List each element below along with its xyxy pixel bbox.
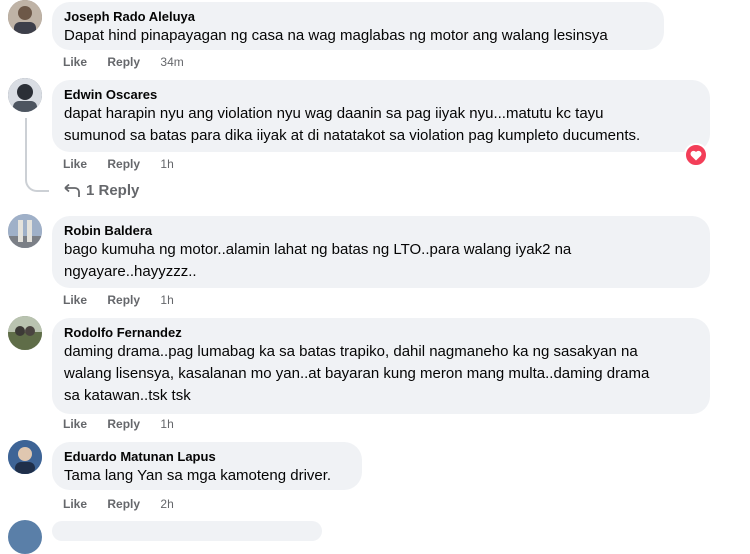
reply-button[interactable]: Reply: [107, 55, 140, 69]
avatar[interactable]: [8, 520, 42, 554]
comment-actions: Like Reply 2h: [63, 496, 174, 512]
like-button[interactable]: Like: [63, 157, 87, 171]
like-button[interactable]: Like: [63, 497, 87, 511]
comment-author[interactable]: Eduardo Matunan Lapus: [64, 448, 350, 465]
comment-text-line: sa katawan..tsk tsk: [64, 387, 191, 404]
like-button[interactable]: Like: [63, 417, 87, 431]
reply-thread-curve: [25, 176, 49, 192]
view-replies-label[interactable]: 1 Reply: [86, 182, 139, 199]
heart-reaction-icon[interactable]: [684, 143, 708, 167]
avatar[interactable]: [8, 440, 42, 474]
avatar[interactable]: [8, 214, 42, 248]
reply-button[interactable]: Reply: [107, 157, 140, 171]
comment-text: Tama lang Yan sa mga kamoteng driver.: [64, 467, 332, 484]
comment-bubble: Eduardo Matunan Lapus Tama lang Yan sa m…: [52, 442, 362, 490]
comment-author[interactable]: Edwin Oscares: [64, 86, 698, 103]
reply-thread-line: [25, 118, 27, 178]
comment-text-line: ngyayare..hayyzzz..: [64, 263, 197, 280]
view-replies-link[interactable]: 1 Reply: [64, 182, 139, 199]
comment-actions: Like Reply 34m: [63, 54, 184, 70]
comment-timestamp[interactable]: 1h: [160, 417, 173, 431]
comment-timestamp[interactable]: 1h: [160, 157, 173, 171]
comment-timestamp[interactable]: 34m: [160, 55, 183, 69]
like-button[interactable]: Like: [63, 293, 87, 307]
comment-timestamp[interactable]: 2h: [160, 497, 173, 511]
comment-author[interactable]: Joseph Rado Aleluya: [64, 8, 652, 25]
avatar[interactable]: [8, 0, 42, 34]
reply-button[interactable]: Reply: [107, 497, 140, 511]
comment-bubble: [52, 521, 322, 541]
like-button[interactable]: Like: [63, 55, 87, 69]
comment-bubble: Rodolfo Fernandez daming drama..pag luma…: [52, 318, 710, 414]
comment-actions: Like Reply 1h: [63, 292, 174, 308]
comment-text-line: walang lisensya, kasalanan mo yan..at ba…: [64, 365, 650, 382]
reply-arrow-icon: [64, 183, 80, 197]
comment-text-line: daming drama..pag lumabag ka sa batas tr…: [64, 343, 638, 360]
comment-text-line: bago kumuha ng motor..alamin lahat ng ba…: [64, 241, 572, 258]
comment-text-line: dapat harapin nyu ang violation nyu wag …: [64, 105, 604, 122]
comment-text-line: sumunod sa batas para dika iiyak at di n…: [64, 127, 641, 144]
comment-bubble: Edwin Oscares dapat harapin nyu ang viol…: [52, 80, 710, 152]
comment-bubble: Joseph Rado Aleluya Dapat hind pinapayag…: [52, 2, 664, 50]
comment-author[interactable]: Rodolfo Fernandez: [64, 324, 698, 341]
reply-button[interactable]: Reply: [107, 293, 140, 307]
reply-button[interactable]: Reply: [107, 417, 140, 431]
comment-author[interactable]: Robin Baldera: [64, 222, 698, 239]
comment-text: Dapat hind pinapayagan ng casa na wag ma…: [64, 27, 608, 44]
comment-actions: Like Reply 1h: [63, 416, 174, 432]
comment-actions: Like Reply 1h: [63, 156, 174, 172]
comment-timestamp[interactable]: 1h: [160, 293, 173, 307]
avatar[interactable]: [8, 78, 42, 112]
avatar[interactable]: [8, 316, 42, 350]
comment-bubble: Robin Baldera bago kumuha ng motor..alam…: [52, 216, 710, 288]
